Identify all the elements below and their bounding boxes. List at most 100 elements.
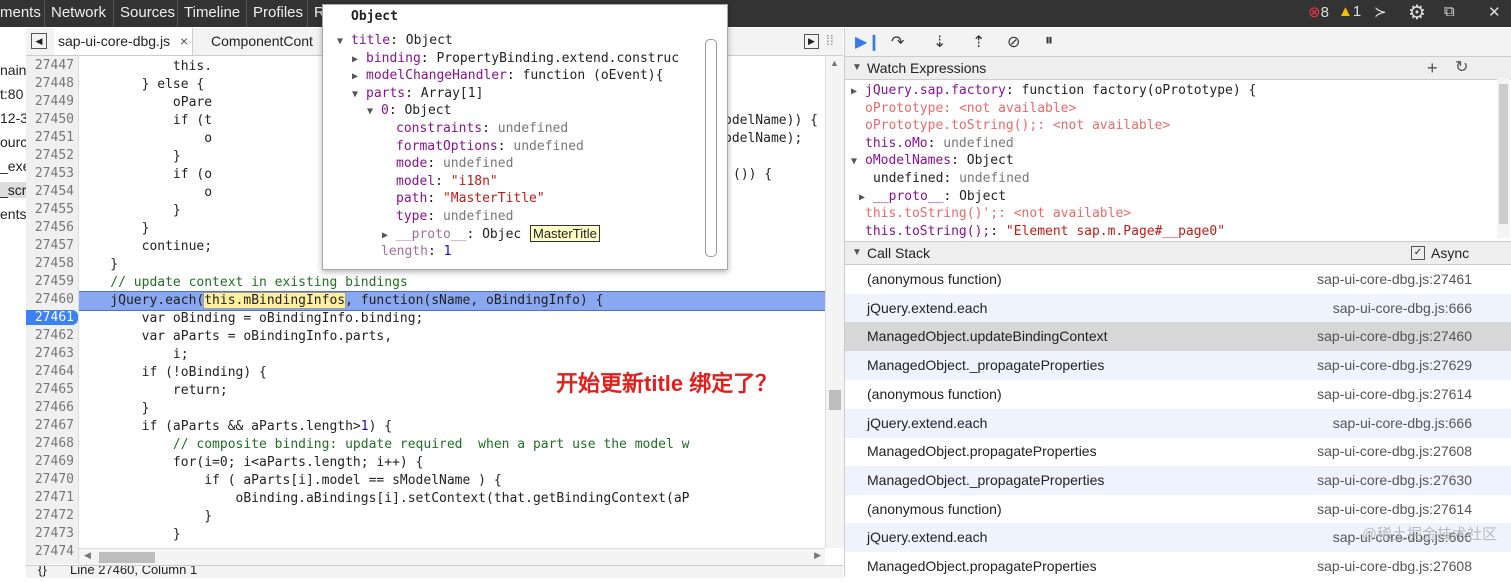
editor-vertical-scrollbar[interactable]: ▲ [825, 56, 844, 548]
call-frame[interactable]: ManagedObject._propagateProperties sap-ui… [845, 465, 1511, 496]
line-number[interactable]: 27467 [35, 418, 74, 433]
editor-horizontal-scrollbar[interactable]: ◀ ▶ [79, 548, 825, 565]
refresh-watch-icon[interactable]: ↻ [1455, 57, 1468, 79]
collapsed-triangle-icon[interactable]: ▶ [382, 227, 396, 245]
call-frame[interactable]: ManagedObject.propagateProperties sap-ui-… [845, 552, 1511, 582]
tab-overflow-icon[interactable]: ⁞⁞ [826, 32, 834, 48]
navigator-item[interactable]: nain) [0, 62, 26, 78]
call-frame-location[interactable]: sap-ui-core-dbg.js:27614 [1317, 380, 1472, 409]
toggle-navigator-icon[interactable]: ◀ [31, 33, 47, 49]
line-number[interactable]: 27474 [35, 544, 74, 559]
object-property-row[interactable]: ▶ __proto__: Objec [382, 226, 521, 244]
object-property-row[interactable]: ▼ title: Object [337, 32, 453, 50]
hovered-expression[interactable]: this.mBindingInfos [203, 292, 347, 309]
call-frame[interactable]: ManagedObject._propagateProperties sap-ui… [845, 351, 1511, 382]
call-frame-location[interactable]: sap-ui-core-dbg.js:666 [1333, 409, 1472, 438]
popover-scrollbar[interactable] [705, 39, 717, 257]
line-number[interactable]: 27473 [35, 526, 74, 541]
watch-expression-row[interactable]: oPrototype: <not available> [865, 100, 1076, 118]
line-number[interactable]: 27448 [35, 76, 74, 91]
line-number[interactable]: 27454 [35, 184, 74, 199]
scroll-left-icon[interactable]: ◀ [84, 550, 91, 561]
expanded-triangle-icon[interactable]: ▼ [337, 33, 351, 51]
watch-expression-row[interactable]: ▶ __proto__: Object [859, 188, 1006, 206]
call-frame[interactable]: (anonymous function) sap-ui-core-dbg.js:2… [845, 380, 1511, 410]
scroll-right-icon[interactable]: ▶ [814, 550, 821, 561]
call-frame-location[interactable]: sap-ui-core-dbg.js:27630 [1317, 466, 1472, 495]
warning-counter[interactable]: ▲1 [1338, 3, 1361, 20]
line-number[interactable]: 27468 [35, 436, 74, 451]
watch-expression-row[interactable]: ▶ jQuery.sap.factory: function factory(oP… [851, 82, 1256, 100]
resume-icon[interactable]: ▶❙ [855, 32, 881, 52]
expanded-triangle-icon[interactable]: ▼ [851, 153, 865, 171]
call-frame-location[interactable]: sap-ui-core-dbg.js:27608 [1317, 437, 1472, 466]
navigator-item-selected[interactable]: _scr [0, 182, 26, 198]
line-number[interactable]: 27460 [35, 292, 74, 307]
tab-network[interactable]: Network [51, 4, 106, 21]
line-number[interactable]: 27472 [35, 508, 74, 523]
line-number[interactable]: 27450 [35, 112, 74, 127]
expanded-triangle-icon[interactable]: ▼ [367, 103, 381, 121]
toggle-debugger-icon[interactable]: ▶ [804, 34, 819, 49]
settings-gear-icon[interactable]: ⚙ [1408, 0, 1426, 25]
file-tab-active[interactable]: sap-ui-core-dbg.js × [54, 28, 194, 55]
step-into-icon[interactable]: ⇣ [933, 32, 946, 52]
collapsed-triangle-icon[interactable]: ▶ [851, 83, 865, 101]
object-property-row[interactable]: ▼ 0: Object [367, 102, 451, 120]
call-frame[interactable]: (anonymous function) sap-ui-core-dbg.js:2… [845, 265, 1511, 295]
current-line-number[interactable]: 27461 [26, 310, 78, 325]
scroll-up-icon[interactable]: ▲ [830, 58, 839, 68]
object-inspect-popover[interactable]: Object ▼ title: Object ▶ binding: PropertyB… [322, 4, 728, 270]
call-frame-selected[interactable]: ManagedObject.updateBindingContext sap-ui… [845, 322, 1511, 353]
call-frame-location[interactable]: sap-ui-core-dbg.js:666 [1333, 294, 1472, 323]
call-stack-header[interactable]: ▼ Call Stack ✓ Async [845, 241, 1511, 265]
collapsed-triangle-icon[interactable]: ▶ [352, 68, 366, 86]
tab-elements[interactable]: ments [0, 4, 41, 21]
navigator-item[interactable]: ourc [0, 134, 26, 150]
watch-expression-row[interactable]: oPrototype.toString();: <not available> [865, 117, 1170, 135]
call-frame[interactable]: jQuery.extend.each sap-ui-core-dbg.js:666 [845, 408, 1511, 439]
close-tab-icon[interactable]: × [180, 33, 188, 49]
pause-on-exceptions-icon[interactable]: ⏸ [1045, 32, 1053, 50]
tab-timeline[interactable]: Timeline [184, 4, 240, 21]
line-number[interactable]: 27462 [35, 328, 74, 343]
line-number[interactable]: 27447 [35, 58, 74, 73]
scrollbar-thumb[interactable] [829, 390, 841, 410]
file-tab[interactable]: ComponentCont [207, 28, 317, 55]
call-frame-location[interactable]: sap-ui-core-dbg.js:27461 [1317, 265, 1472, 294]
line-number[interactable]: 27451 [35, 130, 74, 145]
watch-expression-row[interactable]: this.toString()';: <not available> [865, 205, 1131, 223]
step-over-icon[interactable]: ↷ [891, 32, 904, 52]
line-number[interactable]: 27466 [35, 400, 74, 415]
object-property-row[interactable]: ▼ parts: Array[1] [352, 85, 483, 103]
call-frame-location[interactable]: sap-ui-core-dbg.js:27614 [1317, 495, 1472, 524]
tab-sources[interactable]: Sources [120, 4, 175, 21]
expanded-triangle-icon[interactable]: ▼ [352, 86, 366, 104]
deactivate-breakpoints-icon[interactable]: ⊘ [1007, 32, 1020, 52]
line-number[interactable]: 27455 [35, 202, 74, 217]
line-number[interactable]: 27463 [35, 346, 74, 361]
line-number[interactable]: 27452 [35, 148, 74, 163]
watch-expressions-header[interactable]: ▼ Watch Expressions + ↻ [845, 56, 1511, 80]
scrollbar-thumb[interactable] [1499, 84, 1508, 224]
navigator-item[interactable]: ents [0, 206, 26, 222]
call-frame[interactable]: (anonymous function) sap-ui-core-dbg.js:2… [845, 495, 1511, 525]
line-number-gutter[interactable]: 27447 27448 27449 27450 27451 27452 27453 27454… [26, 56, 79, 564]
line-number[interactable]: 27456 [35, 220, 74, 235]
watch-scrollbar[interactable] [1497, 78, 1510, 238]
line-number[interactable]: 27457 [35, 238, 74, 253]
watch-expression-row[interactable]: ▼ oModelNames: Object [851, 152, 1014, 170]
collapsed-triangle-icon[interactable]: ▶ [859, 189, 873, 207]
navigator-item[interactable]: t:80 [0, 86, 23, 102]
line-number[interactable]: 27469 [35, 454, 74, 469]
step-out-icon[interactable]: ⇡ [972, 32, 985, 52]
watch-expression-row[interactable]: undefined: undefined [873, 170, 1030, 188]
line-number[interactable]: 27449 [35, 94, 74, 109]
dock-side-icon[interactable]: ⧉ [1444, 3, 1455, 20]
call-frame[interactable]: jQuery.extend.each sap-ui-core-dbg.js:666 [845, 293, 1511, 324]
line-number[interactable]: 27464 [35, 364, 74, 379]
call-frame-location[interactable]: sap-ui-core-dbg.js:27460 [1317, 322, 1472, 351]
line-number[interactable]: 27458 [35, 256, 74, 271]
line-number[interactable]: 27459 [35, 274, 74, 289]
line-number[interactable]: 27453 [35, 166, 74, 181]
